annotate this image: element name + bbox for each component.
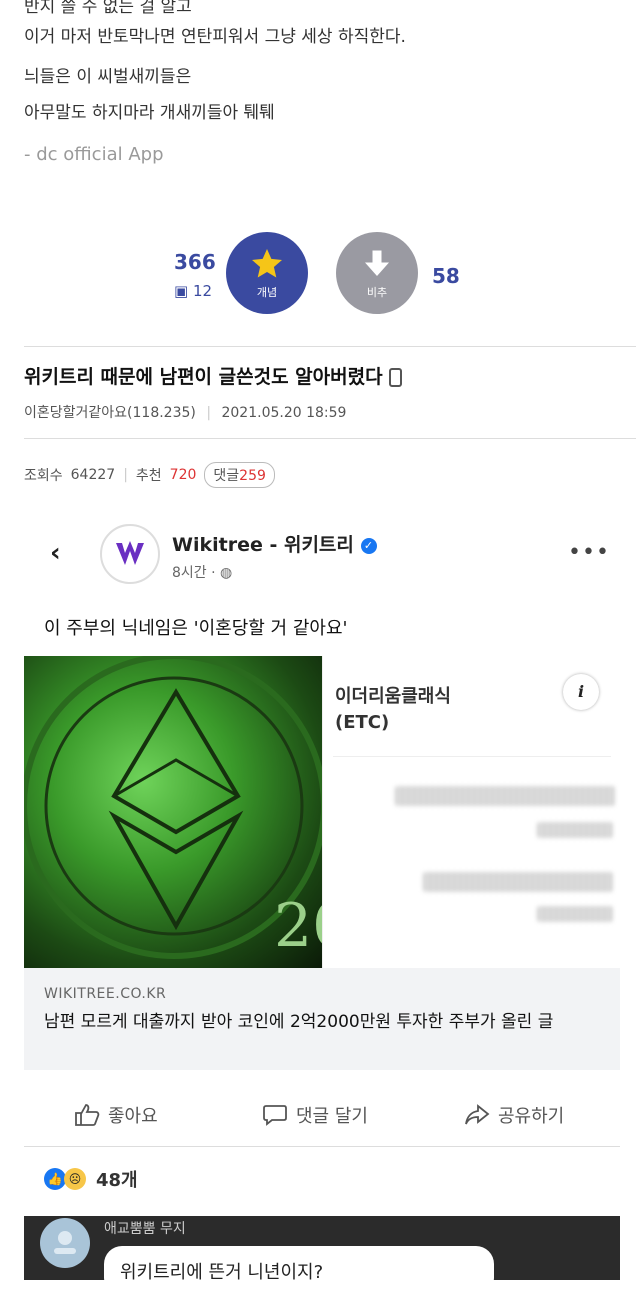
article-title[interactable]: 위키트리 때문에 남편이 글쓴것도 알아버렸다: [24, 362, 403, 389]
recommend-count: 720: [169, 467, 197, 483]
post-text-partial: 반지 쓸 수 없는 걸 알고: [24, 0, 192, 17]
blurred-content: [423, 872, 613, 892]
fixed-icon: ▣: [174, 282, 189, 300]
mobile-icon: [389, 368, 403, 387]
downvote-count: 58: [432, 264, 460, 288]
downvote-button[interactable]: 비추: [336, 232, 418, 314]
comment-text: 위키트리에 뜬거 니년이지?: [120, 1262, 324, 1283]
ethereum-classic-coin-image[interactable]: 20: [24, 656, 322, 968]
recommend-label: 추천: [135, 468, 162, 484]
post-line-2: 늬들은 이 씨벌새끼들은: [24, 67, 192, 87]
post-time: 8시간 · ◍: [172, 565, 233, 581]
coin-info-panel: 이더리움클래식 (ETC) i: [322, 656, 621, 968]
star-icon: [252, 249, 282, 278]
page-name[interactable]: Wikitree - 위키트리 ✓: [172, 530, 377, 557]
link-preview[interactable]: WIKITREE.CO.KR 남편 모르게 대출까지 받아 코인에 2억2000…: [24, 968, 620, 1070]
more-options-icon[interactable]: •••: [568, 540, 610, 565]
link-domain: WIKITREE.CO.KR: [44, 986, 167, 1002]
back-icon[interactable]: ‹: [50, 538, 61, 568]
post-line-1: 이거 마저 반토막나면 연탄피워서 그냥 세상 하직한다.: [24, 27, 406, 47]
reactions-summary[interactable]: 👍 ☹ 48개: [44, 1166, 138, 1192]
thumbs-up-icon: [75, 1104, 100, 1126]
author[interactable]: 이혼당할거같아요(118.235): [24, 405, 196, 421]
fixed-count: ▣ 12: [174, 282, 213, 300]
down-arrow-icon: [365, 250, 389, 276]
upvote-label: 개념: [256, 286, 278, 299]
sad-reaction-icon: ☹: [64, 1168, 86, 1190]
share-button[interactable]: 공유하기: [464, 1102, 564, 1128]
post-date: 2021.05.20 18:59: [221, 405, 347, 421]
upvote-button[interactable]: 개념: [226, 232, 308, 314]
speech-bubble-icon: [263, 1105, 287, 1126]
article-stats: 조회수 64227 | 추천 720 댓글259: [24, 462, 275, 488]
app-signature: - dc official App: [24, 144, 164, 165]
reaction-count: 48개: [96, 1170, 138, 1191]
wikitree-logo-icon: [116, 541, 144, 565]
info-icon[interactable]: i: [563, 674, 599, 710]
blurred-content: [395, 786, 615, 806]
like-reaction-icon: 👍: [44, 1168, 66, 1190]
like-button[interactable]: 좋아요: [74, 1102, 158, 1128]
divider: [24, 346, 636, 347]
page-avatar[interactable]: [100, 524, 160, 584]
comments-pill[interactable]: 댓글259: [204, 462, 275, 488]
views-label: 조회수: [24, 468, 63, 484]
blurred-content: [537, 906, 613, 922]
coin-ticker: (ETC): [335, 712, 390, 733]
divider: [24, 438, 636, 439]
globe-icon: ◍: [220, 565, 233, 581]
coin-title: 이더리움클래식: [335, 686, 451, 707]
comment-bubble: 위키트리에 뜬거 니년이지?: [104, 1246, 494, 1296]
commenter-avatar[interactable]: [40, 1218, 90, 1268]
post-caption: 이 주부의 닉네임은 '이혼당할 거 같아요': [44, 618, 348, 639]
commenter-name[interactable]: 애교뿜뿜 무지: [104, 1218, 186, 1238]
svg-text:20: 20: [274, 891, 322, 961]
blurred-content: [537, 822, 613, 838]
upvote-count: 366: [174, 250, 216, 274]
views-count: 64227: [70, 467, 116, 483]
coin-illustration: 20: [24, 656, 322, 961]
verified-icon: ✓: [360, 537, 377, 554]
article-meta: 이혼당할거같아요(118.235) | 2021.05.20 18:59: [24, 405, 347, 421]
post-line-3: 아무말도 하지마라 개새끼들아 퉤퉤: [24, 103, 275, 123]
divider: [333, 756, 611, 757]
share-arrow-icon: [465, 1104, 490, 1125]
link-headline: 남편 모르게 대출까지 받아 코인에 2억2000만원 투자한 주부가 올린 글: [44, 1012, 554, 1032]
comment-button[interactable]: 댓글 달기: [262, 1102, 368, 1128]
divider: [24, 1146, 620, 1147]
downvote-label: 비추: [366, 286, 388, 299]
person-icon: [54, 1231, 76, 1254]
